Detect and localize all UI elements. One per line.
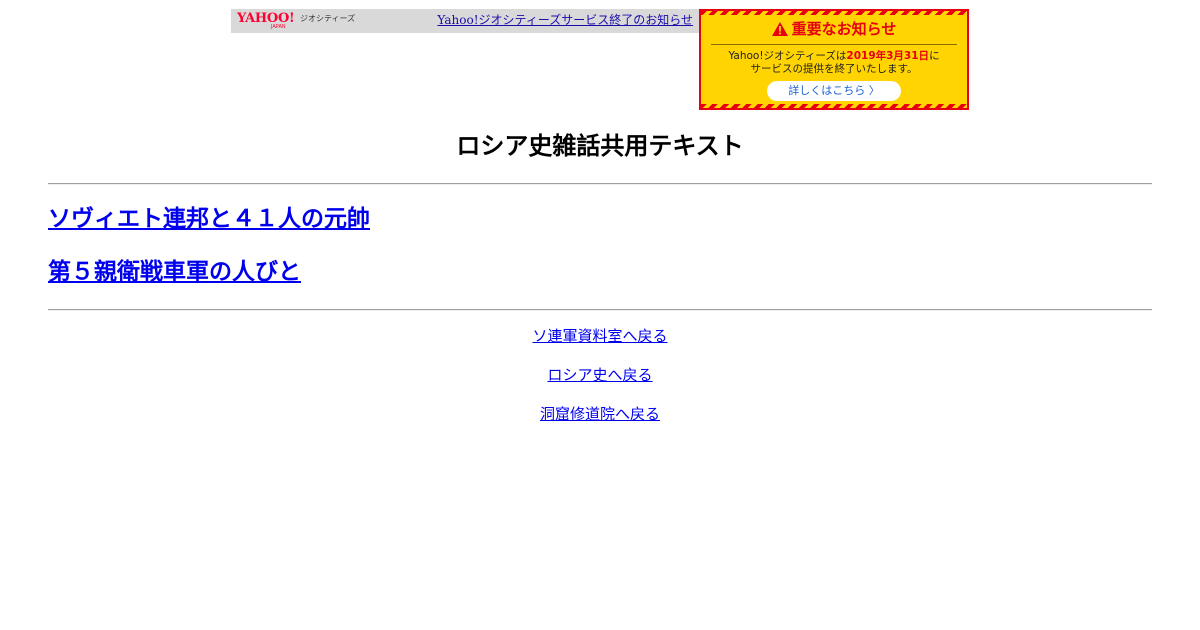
notice-body-line2: サービスの提供を終了いたします。 [750, 63, 918, 75]
notice-divider [711, 44, 957, 45]
notice-title-text: 重要なお知らせ [791, 20, 897, 38]
page-title: ロシア史雑話共用テキスト [456, 132, 744, 160]
back-link-row-3: 洞窟修道院へ戻る [0, 404, 1200, 424]
notice-end-date: 2019年3月31日 [846, 50, 930, 62]
link-5th-guards-tank-army[interactable]: 第５親衛戦車軍の人びと [48, 257, 301, 287]
page: YAHOO! JAPAN ジオシティーズ Yahoo!ジオシティーズサービス終了… [0, 0, 1200, 630]
notice-body: Yahoo!ジオシティーズは2019年3月31日に サービスの提供を終了いたしま… [705, 50, 963, 76]
notice-title: 重要なお知らせ [701, 20, 967, 38]
notice-stripe-bottom [701, 104, 967, 108]
divider-top [48, 183, 1152, 185]
service-end-notice-link[interactable]: Yahoo!ジオシティーズサービス終了のお知らせ [437, 13, 693, 27]
back-to-russian-history-link[interactable]: ロシア史へ戻る [547, 366, 652, 384]
japan-logo-text: JAPAN [271, 24, 286, 30]
back-to-soviet-army-archive-link[interactable]: ソ連軍資料室へ戻る [532, 327, 667, 345]
yahoo-japan-logo[interactable]: YAHOO! JAPAN [237, 12, 299, 30]
back-to-cave-monastery-link[interactable]: 洞窟修道院へ戻る [540, 405, 660, 423]
warning-icon [771, 22, 788, 36]
back-link-row-1: ソ連軍資料室へ戻る [0, 326, 1200, 346]
important-notice-box[interactable]: 重要なお知らせ Yahoo!ジオシティーズは2019年3月31日に サービスの提… [699, 9, 969, 110]
notice-body-suffix: に [929, 50, 940, 62]
notice-body-prefix: Yahoo!ジオシティーズは [728, 50, 847, 62]
back-link-row-2: ロシア史へ戻る [0, 365, 1200, 385]
geocities-header-bar: YAHOO! JAPAN ジオシティーズ Yahoo!ジオシティーズサービス終了… [231, 9, 699, 33]
geocities-service-name: ジオシティーズ [300, 14, 356, 23]
notice-stripe-top [701, 11, 967, 15]
details-button[interactable]: 詳しくはこちら 〉 [767, 81, 901, 101]
link-soviet-marshals[interactable]: ソヴィエト連邦と４１人の元帥 [48, 204, 370, 234]
divider-bottom [48, 309, 1152, 311]
geocities-banner: YAHOO! JAPAN ジオシティーズ Yahoo!ジオシティーズサービス終了… [231, 9, 969, 110]
